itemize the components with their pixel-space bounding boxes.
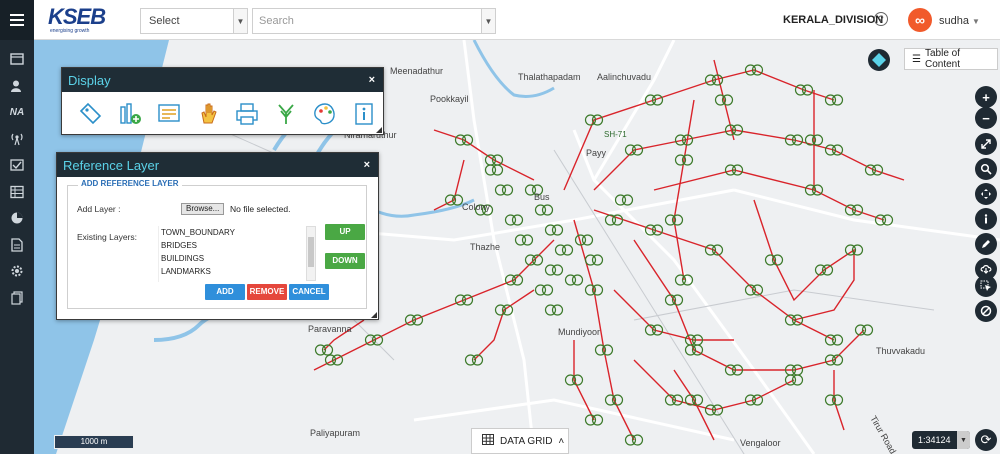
display-panel-title: Display xyxy=(68,72,111,88)
pan-icon[interactable] xyxy=(975,183,997,205)
place-label: SH-71 xyxy=(604,130,627,139)
place-label: Colony xyxy=(462,202,491,212)
place-label: Aalinchuvadu xyxy=(597,72,651,82)
place-label: Thalathapadam xyxy=(518,72,581,82)
palette-icon[interactable] xyxy=(310,100,339,128)
place-label: Meenadathur xyxy=(390,66,443,76)
layer-select[interactable]: Select ▼ xyxy=(140,8,248,34)
scrollbar-thumb[interactable] xyxy=(308,237,314,267)
resize-handle[interactable] xyxy=(371,312,377,318)
existing-layers-list[interactable]: TOWN_BOUNDARY BRIDGES BUILDINGS LANDMARK… xyxy=(158,226,314,282)
user-icon[interactable] xyxy=(0,73,34,100)
add-layer-icon[interactable] xyxy=(115,100,144,128)
checklist-icon[interactable] xyxy=(0,152,34,179)
grid-icon xyxy=(482,434,494,448)
info-icon[interactable] xyxy=(349,100,378,128)
search-box[interactable]: ▼ xyxy=(252,8,496,34)
division-name: KERALA_DIVISION xyxy=(783,14,884,26)
scale-select[interactable]: 1:34124 ▼ xyxy=(912,431,970,449)
place-label: Mundiyoor xyxy=(558,327,600,337)
fullscreen-icon[interactable] xyxy=(975,133,997,155)
table-icon[interactable] xyxy=(0,179,34,206)
scale-bar: 1000 m xyxy=(54,435,134,449)
basemap-toggle-icon[interactable] xyxy=(868,49,890,71)
data-grid-label: DATA GRID xyxy=(500,435,553,447)
pie-chart-icon[interactable] xyxy=(0,205,34,232)
reference-layer-title: Reference Layer xyxy=(63,157,160,173)
branch-icon[interactable] xyxy=(271,100,300,128)
zoom-out-icon[interactable]: − xyxy=(975,107,997,129)
list-item[interactable]: LANDMARKS xyxy=(159,265,314,278)
block-icon[interactable] xyxy=(975,300,997,322)
place-label: Thazhe xyxy=(470,242,500,252)
add-button[interactable]: ADD xyxy=(205,284,245,300)
tag-icon[interactable] xyxy=(76,100,105,128)
zoom-in-icon[interactable]: + xyxy=(975,86,997,108)
reference-layer-header[interactable]: Reference Layer × xyxy=(57,153,378,177)
browse-button[interactable]: Browse... xyxy=(181,203,225,215)
scale-value: 1:34124 xyxy=(918,435,951,445)
user-menu[interactable]: sudha ▼ xyxy=(939,15,980,27)
print-icon[interactable] xyxy=(232,100,261,128)
place-label: Thuvvakadu xyxy=(876,346,925,356)
list-icon: ☰ xyxy=(912,53,921,65)
user-name: sudha xyxy=(939,15,969,27)
report-icon[interactable] xyxy=(0,232,34,259)
add-layer-label: Add Layer : xyxy=(77,204,121,214)
list-item[interactable]: BRIDGES xyxy=(159,239,314,252)
top-bar: KSEB energising growth Select ▼ ▼ KERALA… xyxy=(34,0,1000,40)
place-label: Payy xyxy=(586,148,607,158)
data-grid-toggle[interactable]: DATA GRID ˄ xyxy=(471,428,569,454)
place-label: Paravanna xyxy=(308,324,352,334)
reference-layer-panel: Reference Layer × ADD REFERENCE LAYER Ad… xyxy=(56,152,379,320)
place-label: Bus xyxy=(534,192,550,202)
left-sidebar: NA xyxy=(0,0,34,454)
documents-icon[interactable] xyxy=(0,285,34,312)
layer-select-value: Select xyxy=(149,15,180,27)
chevron-down-icon[interactable]: ▼ xyxy=(957,431,970,449)
cancel-button[interactable]: CANCEL xyxy=(289,284,329,300)
layers-scrollbar[interactable] xyxy=(306,226,316,281)
chevron-down-icon[interactable]: ▼ xyxy=(481,9,495,33)
list-item[interactable]: TOWN_BOUNDARY xyxy=(159,226,314,239)
close-icon[interactable]: × xyxy=(364,159,370,171)
list-item[interactable]: BUILDINGS xyxy=(159,252,314,265)
search-icon[interactable] xyxy=(975,158,997,180)
resize-handle[interactable] xyxy=(376,127,382,133)
menu-hamburger-icon[interactable] xyxy=(0,0,34,40)
display-panel-header[interactable]: Display × xyxy=(62,68,383,92)
avatar[interactable]: ∞ xyxy=(908,8,932,32)
layers-icon[interactable] xyxy=(0,46,34,73)
table-of-content-label: Table of Content xyxy=(924,48,960,70)
place-label: Pookkayil xyxy=(430,94,469,104)
existing-layers-label: Existing Layers: xyxy=(77,232,137,242)
info-icon[interactable] xyxy=(975,208,997,230)
chevron-down-icon: ▼ xyxy=(971,17,980,26)
no-file-text: No file selected. xyxy=(230,204,291,214)
display-panel: Display × xyxy=(61,67,384,135)
section-title: ADD REFERENCE LAYER xyxy=(78,179,182,188)
pencil-icon[interactable] xyxy=(975,233,997,255)
place-label: Vengaloor xyxy=(740,438,781,448)
kseb-logo[interactable]: KSEB energising growth xyxy=(48,6,122,36)
na-label: NA xyxy=(9,106,25,118)
na-item[interactable]: NA xyxy=(0,99,34,126)
chevron-down-icon[interactable]: ▼ xyxy=(233,9,247,33)
list-edit-icon[interactable] xyxy=(154,100,183,128)
place-label: Paliyapuram xyxy=(310,428,360,438)
hand-icon[interactable] xyxy=(193,100,222,128)
gear-icon[interactable] xyxy=(0,258,34,285)
down-button[interactable]: DOWN xyxy=(325,253,365,269)
close-icon[interactable]: × xyxy=(369,74,375,86)
search-input[interactable] xyxy=(253,10,481,32)
chevron-up-icon: ˄ xyxy=(558,435,565,447)
up-button[interactable]: UP xyxy=(325,224,365,240)
table-of-content-button[interactable]: ☰ Table of Content xyxy=(904,48,998,70)
antenna-icon[interactable] xyxy=(0,126,34,153)
add-reference-fieldset: ADD REFERENCE LAYER Add Layer : Browse..… xyxy=(67,179,367,309)
remove-button[interactable]: REMOVE xyxy=(247,284,287,300)
select-icon[interactable] xyxy=(975,275,997,297)
question-circle-icon[interactable]: ? xyxy=(874,12,888,26)
refresh-icon[interactable]: ⟳ xyxy=(975,429,997,451)
